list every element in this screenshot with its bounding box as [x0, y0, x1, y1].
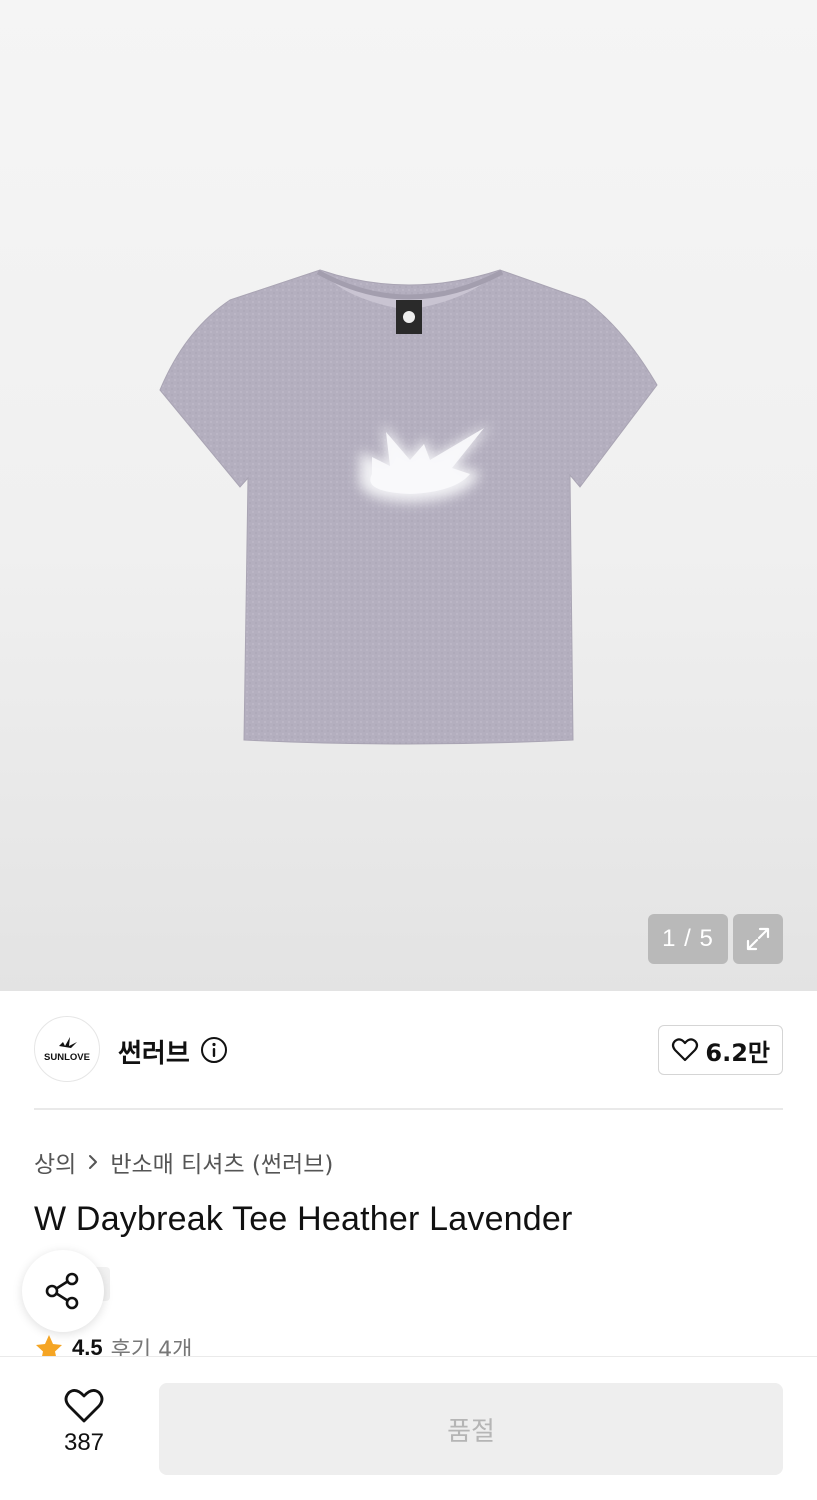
wishlist-button[interactable]: 387: [34, 1387, 134, 1473]
soldout-button[interactable]: 품절: [159, 1383, 783, 1475]
bottom-action-bar: 387 품절: [0, 1356, 817, 1500]
product-image[interactable]: [0, 0, 817, 991]
divider: [34, 1108, 783, 1110]
breadcrumb-category[interactable]: 상의: [34, 1145, 76, 1179]
brand-like-count: 6.2만: [705, 1038, 770, 1067]
brand-logo-text: SUNLOVE: [44, 1052, 90, 1063]
heart-icon: [672, 1038, 699, 1062]
breadcrumb-subcategory[interactable]: 반소매 티셔츠 (썬러브): [110, 1145, 333, 1179]
expand-button[interactable]: [733, 914, 783, 964]
chevron-right-icon: [89, 1155, 98, 1169]
wishlist-count: 387: [63, 1429, 105, 1456]
brand-name[interactable]: 썬러브: [118, 1033, 190, 1070]
brand-row: SUNLOVE 썬러브 6.2만: [34, 1016, 783, 1084]
heart-icon: [64, 1389, 104, 1423]
expand-icon: [746, 927, 770, 951]
brand-like-button[interactable]: 6.2만: [658, 1025, 783, 1075]
breadcrumb: 상의 반소매 티셔츠 (썬러브): [34, 1145, 333, 1179]
product-title: W Daybreak Tee Heather Lavender: [34, 1200, 573, 1238]
image-counter: 1 / 5: [648, 914, 728, 964]
brand-logo[interactable]: SUNLOVE: [34, 1016, 100, 1082]
info-icon[interactable]: [200, 1036, 228, 1064]
share-button[interactable]: [22, 1250, 104, 1332]
product-image-gallery[interactable]: 1 / 5: [0, 0, 817, 991]
share-icon: [45, 1272, 79, 1310]
